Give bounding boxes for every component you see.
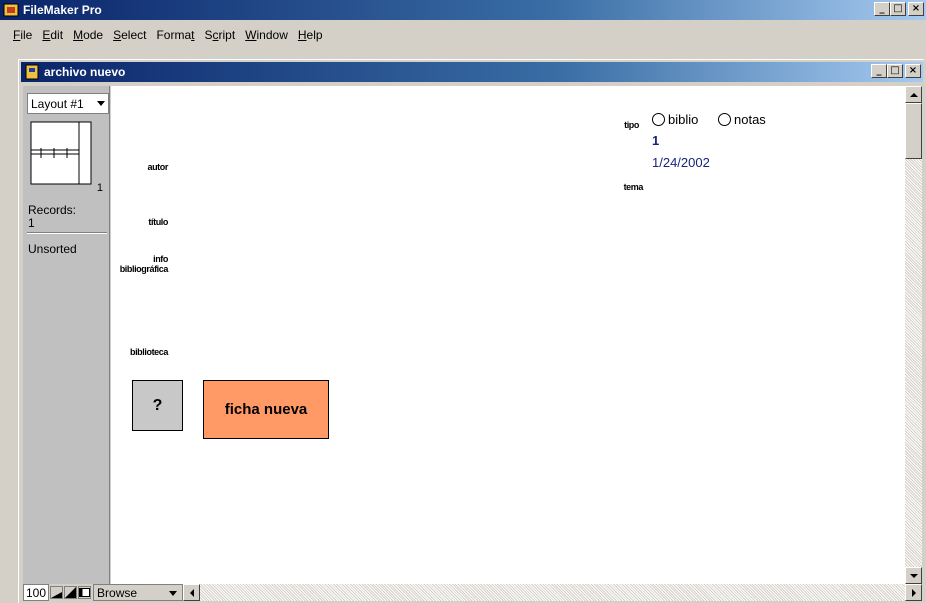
menu-file[interactable]: File [8,28,37,42]
arrow-up-icon [909,92,918,97]
radio-notas[interactable]: notas [718,112,766,127]
zoom-in-button[interactable] [64,586,78,599]
record-book-icon[interactable]: 1 [29,120,105,196]
doc-maximize-button[interactable]: □ [887,64,903,78]
app-title-bar[interactable]: FileMaker Pro _ □ × [0,0,926,20]
scroll-right-button[interactable] [905,584,922,601]
app-minimize-button[interactable]: _ [874,2,890,16]
radio-notas-label: notas [734,112,766,127]
filemaker-icon [3,2,19,18]
date-field[interactable]: 1/24/2002 [652,155,710,170]
menu-window[interactable]: Window [240,28,293,42]
app-close-button[interactable]: × [908,2,924,16]
document-window: archivo nuevo _ □ × Layout #1 1 Records:… [18,59,924,603]
bottom-bar: 100 Browse [23,584,922,601]
new-record-button[interactable]: ficha nueva [203,380,329,439]
label-biblioteca: biblioteca [129,347,168,357]
help-button[interactable]: ? [132,380,183,431]
document-title-bar[interactable]: archivo nuevo _ □ × [21,62,923,82]
document-window-controls: _ □ × [871,64,921,78]
chevron-down-icon [97,101,105,106]
label-titulo: título [148,217,168,227]
radio-circle-icon [652,113,665,126]
mountain-large-icon [65,587,77,598]
chevron-down-icon [169,591,178,596]
menu-select[interactable]: Select [108,28,151,42]
menu-help[interactable]: Help [293,28,328,42]
sort-status: Unsorted [28,242,77,256]
arrow-right-icon [911,588,916,597]
menu-bar: File Edit Mode Select Format Script Window Help [0,25,926,44]
vertical-scrollbar[interactable] [905,86,922,584]
mountain-small-icon [51,592,63,598]
status-divider [27,232,107,234]
radio-biblio[interactable]: biblio [652,112,698,127]
app-maximize-button[interactable]: □ [890,2,906,16]
radio-biblio-label: biblio [668,112,699,127]
scroll-left-button[interactable] [183,584,201,601]
records-label: Records: [28,203,77,217]
scroll-down-button[interactable] [905,567,922,584]
menu-mode[interactable]: Mode [68,28,108,42]
database-file-icon [24,64,40,80]
label-tipo: tipo [624,120,639,130]
zoom-out-button[interactable] [50,586,64,599]
records-count: 1 [28,216,35,230]
doc-close-button[interactable]: × [905,64,921,78]
arrow-left-icon [189,588,194,597]
record-number-field[interactable]: 1 [652,133,659,148]
status-area: Layout #1 1 Records: 1 Unsorted [23,86,110,598]
vertical-scroll-thumb[interactable] [905,103,922,159]
doc-minimize-button[interactable]: _ [871,64,887,78]
arrow-down-icon [909,573,918,578]
layout-dropdown[interactable]: Layout #1 [27,93,109,114]
label-tema: tema [623,182,644,192]
filemaker-app-window: FileMaker Pro _ □ × File Edit Mode Select Fo… [0,0,926,603]
records-info: Records: 1 [28,204,76,230]
mode-dropdown-value: Browse [97,585,138,600]
book-page-number: 1 [96,182,103,194]
layout-content: autor título info bibliográfica bibliote… [111,86,905,584]
mode-dropdown[interactable]: Browse [93,584,184,601]
app-title: FileMaker Pro [23,3,102,17]
label-info: info [153,254,168,264]
document-title: archivo nuevo [44,65,126,79]
status-area-toggle-button[interactable] [78,586,92,599]
zoom-percentage[interactable]: 100 [23,584,50,601]
radio-circle-icon [718,113,731,126]
label-bibliografica: bibliográfica [119,264,169,274]
layout-dropdown-value: Layout #1 [31,96,84,111]
status-area-toggle-icon [79,588,91,597]
label-autor: autor [147,162,168,172]
menu-script[interactable]: Script [199,28,240,42]
menu-edit[interactable]: Edit [37,28,68,42]
horizontal-scrollbar[interactable] [183,584,922,601]
scroll-up-button[interactable] [905,86,922,103]
menu-format[interactable]: Format [151,28,199,42]
app-window-controls: _ □ × [874,2,924,16]
